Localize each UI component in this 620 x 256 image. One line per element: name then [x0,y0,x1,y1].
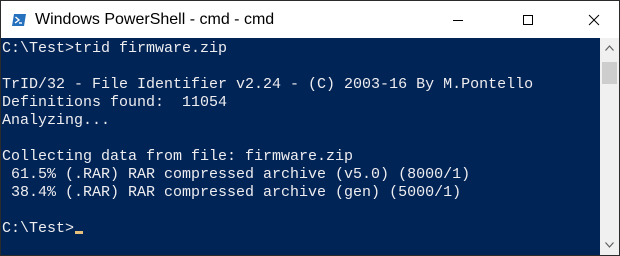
console-line: Collecting data from file: firmware.zip [2,148,354,165]
console-line: Analyzing... [2,112,111,129]
scroll-up-button[interactable] [600,38,619,58]
minimize-icon [453,19,463,21]
window-title: Windows PowerShell - cmd - cmd [35,11,275,28]
console-line: 61.5% (.RAR) RAR compressed archive (v5.… [2,166,471,183]
prompt-line[interactable]: C:\Test> [2,220,84,238]
maximize-icon [523,14,533,25]
scrollbar-thumb[interactable] [602,62,617,84]
text-cursor [75,231,84,234]
powershell-icon[interactable] [11,12,27,28]
scroll-down-button[interactable] [600,235,619,255]
console-line: Definitions found: 11054 [2,94,228,111]
console-output[interactable]: C:\Test>trid firmware.zip TrID/32 - File… [1,38,600,255]
arrow-up-icon [605,45,614,51]
maximize-button[interactable] [505,1,551,38]
minimize-button[interactable] [435,1,481,38]
console-line: 38.4% (.RAR) RAR compressed archive (gen… [2,184,462,201]
vertical-scrollbar[interactable] [600,38,619,255]
powershell-window: Windows PowerShell - cmd - cmd C:\Test>t… [0,0,620,256]
console-line: TrID/32 - File Identifier v2.24 - (C) 20… [2,76,534,93]
close-icon [588,14,600,25]
close-button[interactable] [571,1,617,38]
title-bar[interactable]: Windows PowerShell - cmd - cmd [1,1,619,38]
arrow-down-icon [605,242,614,248]
prompt-text: C:\Test> [2,220,75,237]
console-line: C:\Test>trid firmware.zip [2,40,228,57]
